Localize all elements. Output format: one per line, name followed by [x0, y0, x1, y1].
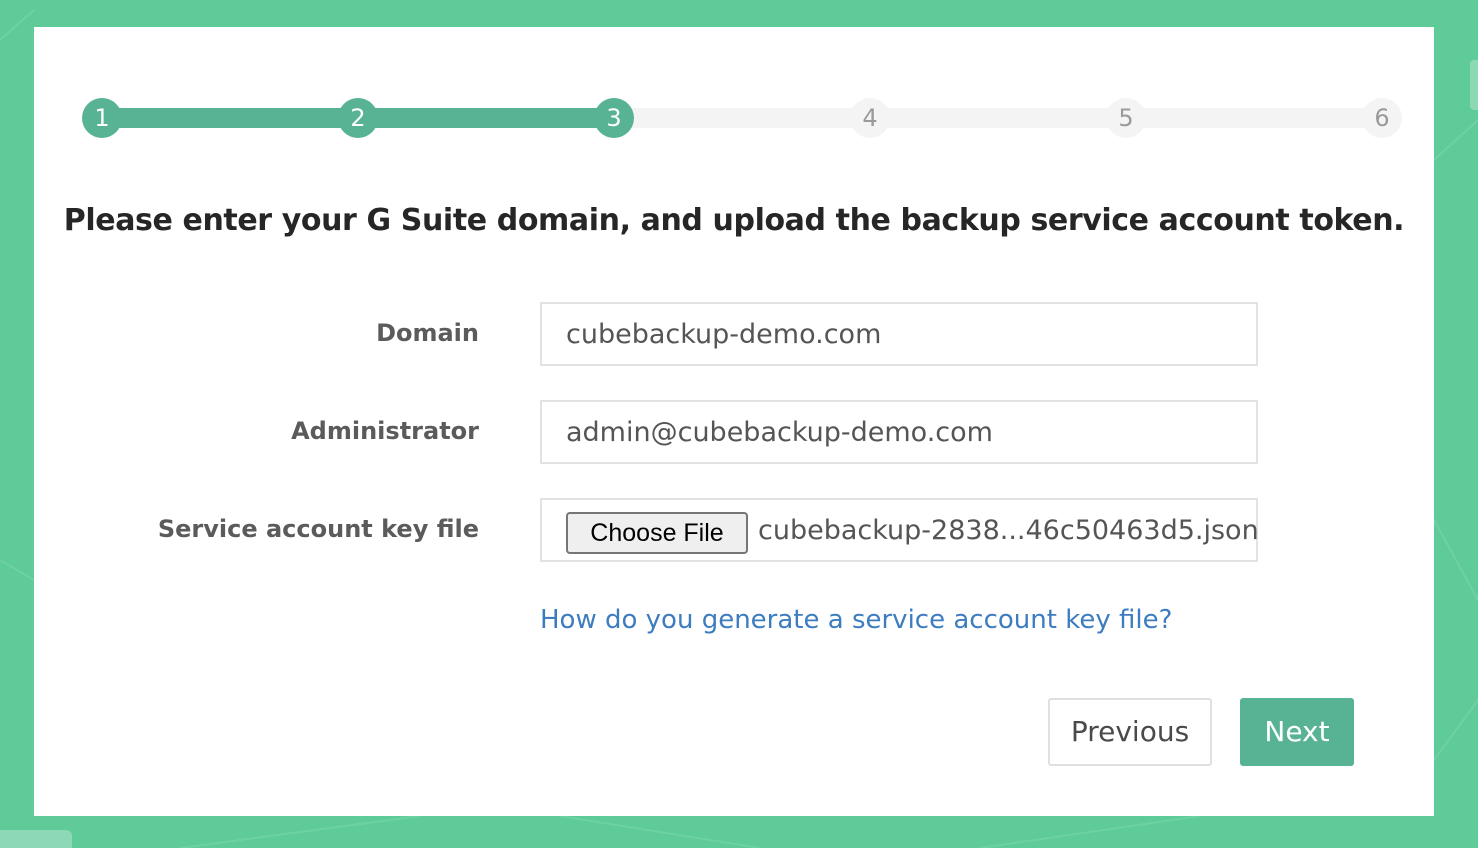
- step-4: 4: [850, 98, 890, 138]
- background-ui-fragment: [1470, 60, 1478, 110]
- domain-label: Domain: [376, 319, 479, 347]
- setup-wizard-card: 1 2 3 4 5 6 Please enter your G Suite do…: [34, 27, 1434, 816]
- domain-input[interactable]: [542, 304, 1256, 364]
- key-file-field-box: Choose File cubebackup-2838...46c50463d5…: [540, 498, 1259, 562]
- previous-button[interactable]: Previous: [1048, 698, 1212, 766]
- stepper-track-remaining: [616, 108, 1384, 128]
- domain-field-box: [540, 302, 1258, 366]
- step-3-current: 3: [594, 98, 634, 138]
- selected-file-name: cubebackup-2838...46c50463d5.json: [758, 515, 1259, 546]
- key-file-help-link[interactable]: How do you generate a service account ke…: [540, 605, 1172, 635]
- key-file-label: Service account key file: [157, 515, 479, 543]
- background-ui-fragment: [0, 830, 72, 848]
- step-2: 2: [338, 98, 378, 138]
- next-button[interactable]: Next: [1240, 698, 1354, 766]
- step-1: 1: [82, 98, 122, 138]
- page-heading: Please enter your G Suite domain, and up…: [63, 203, 1405, 238]
- administrator-label: Administrator: [291, 417, 479, 445]
- step-6: 6: [1362, 98, 1402, 138]
- choose-file-button[interactable]: Choose File: [566, 512, 748, 554]
- administrator-input[interactable]: [542, 402, 1256, 462]
- administrator-field-box: [540, 400, 1258, 464]
- step-5: 5: [1106, 98, 1146, 138]
- progress-stepper: 1 2 3 4 5 6: [34, 27, 1434, 167]
